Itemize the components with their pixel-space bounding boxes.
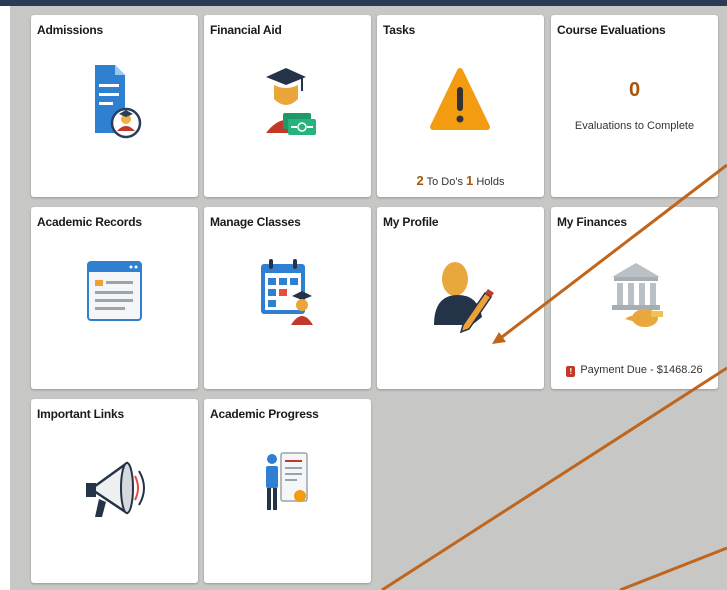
holds-count: 1: [466, 173, 474, 188]
todo-label: To Do's: [426, 176, 463, 188]
evaluations-count: 0: [628, 79, 641, 101]
bank-moneybag-icon: [612, 263, 663, 327]
tile-course-evaluations[interactable]: Course Evaluations 0 Evaluations to Comp…: [551, 15, 718, 197]
payment-due-text: Payment Due - $1468.26: [580, 364, 703, 376]
tile-my-profile[interactable]: My Profile: [377, 207, 544, 389]
browser-records-icon: [87, 261, 142, 321]
tile-title: Course Evaluations: [557, 23, 666, 37]
tile-manage-classes[interactable]: Manage Classes: [204, 207, 371, 389]
admissions-document-icon: [95, 65, 142, 139]
tile-financial-aid[interactable]: Financial Aid: [204, 15, 371, 197]
screenshot-stage: Admissions Financial Aid Tasks 2 To Do's…: [0, 0, 727, 590]
payment-due-notice[interactable]: ! Payment Due - $1468.26: [551, 364, 718, 377]
tile-my-finances[interactable]: My Finances ! Payment Due - $1468.26: [551, 207, 718, 389]
tasks-summary: 2 To Do's 1 Holds: [377, 173, 544, 188]
todo-count: 2: [416, 173, 424, 188]
graduate-money-icon: [266, 68, 316, 135]
warning-triangle-icon: [430, 68, 490, 130]
megaphone-icon: [86, 461, 145, 517]
tile-tasks[interactable]: Tasks 2 To Do's 1 Holds: [377, 15, 544, 197]
tile-academic-records[interactable]: Academic Records: [31, 207, 198, 389]
tile-admissions[interactable]: Admissions: [31, 15, 198, 197]
calendar-student-icon: [261, 259, 313, 325]
tile-important-links[interactable]: Important Links: [31, 399, 198, 583]
person-pencil-icon: [434, 262, 494, 334]
evaluations-label: Evaluations to Complete: [574, 120, 695, 132]
holds-label: Holds: [476, 176, 505, 188]
homepage-tile-grid: Admissions Financial Aid Tasks 2 To Do's…: [10, 6, 727, 590]
alert-badge-icon: !: [566, 366, 576, 377]
person-certificate-icon: [266, 452, 308, 510]
tile-academic-progress[interactable]: Academic Progress: [204, 399, 371, 583]
